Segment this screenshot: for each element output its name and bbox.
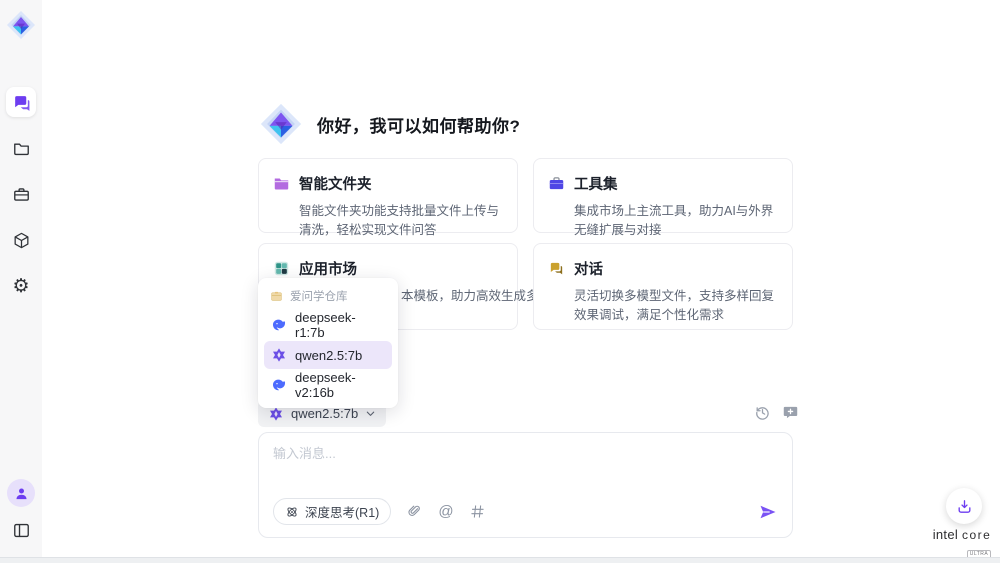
- model-option-label: deepseek-v2:16b: [295, 370, 385, 400]
- gear-icon: ⚙: [12, 277, 29, 296]
- composer-toolbar: 深度思考(R1) @: [273, 498, 778, 525]
- card-conversation[interactable]: 对话 灵活切换多模型文件，支持多样回复效果调试，满足个性化需求: [533, 243, 793, 330]
- model-option-label: qwen2.5:7b: [295, 348, 362, 363]
- deep-think-toggle[interactable]: 深度思考(R1): [273, 498, 391, 525]
- assistant-logo-icon: [258, 101, 304, 147]
- qwen-icon: [271, 347, 287, 363]
- toolset-icon: [548, 175, 565, 192]
- card-title: 对话: [574, 258, 603, 279]
- download-fab[interactable]: [946, 488, 982, 524]
- app-market-icon: [273, 260, 290, 277]
- composer: 深度思考(R1) @: [258, 432, 793, 538]
- app-window: ⚙ 你好，我可以如何帮助你?: [0, 0, 1000, 563]
- mention-button[interactable]: @: [438, 504, 453, 519]
- card-description: 灵活切换多模型文件，支持多样回复效果调试，满足个性化需求: [574, 287, 778, 326]
- user-avatar[interactable]: [7, 479, 35, 507]
- window-bottom-edge: [0, 557, 1000, 563]
- person-icon: [14, 486, 29, 501]
- model-option-label: deepseek-r1:7b: [295, 310, 385, 340]
- card-description: 智能文件夹功能支持批量文件上传与清洗，轻松实现文件问答: [299, 202, 503, 241]
- new-chat-button[interactable]: [781, 403, 799, 421]
- intel-core-logo: intel core ultra: [931, 527, 993, 560]
- card-title: 智能文件夹: [299, 173, 372, 194]
- deep-think-label: 深度思考(R1): [305, 502, 379, 521]
- greeting-title: 你好，我可以如何帮助你?: [317, 112, 520, 137]
- deepseek-icon: [271, 377, 287, 393]
- card-smart-folder[interactable]: 智能文件夹 智能文件夹功能支持批量文件上传与清洗，轻松实现文件问答: [258, 158, 518, 233]
- send-button[interactable]: [758, 502, 778, 522]
- sidebar-item-toolbox[interactable]: [6, 179, 36, 209]
- history-button[interactable]: [753, 403, 771, 421]
- history-icon: [754, 404, 771, 421]
- sidebar-item-settings[interactable]: ⚙: [6, 271, 36, 301]
- at-icon: @: [438, 504, 453, 519]
- greeting: 你好，我可以如何帮助你?: [258, 101, 520, 147]
- attach-file-button[interactable]: [407, 504, 422, 519]
- card-title: 应用市场: [299, 258, 357, 279]
- sidebar-item-folders[interactable]: [6, 133, 36, 163]
- briefcase-icon: [12, 185, 31, 204]
- send-icon: [758, 502, 778, 522]
- repository-label: 爱问学仓库: [290, 288, 348, 304]
- intel-wordmark: intel: [933, 527, 958, 542]
- deepseek-icon: [271, 317, 287, 333]
- chat-actions: [753, 403, 799, 421]
- model-option-qwen[interactable]: qwen2.5:7b: [264, 341, 392, 369]
- model-option-deepseek-r1[interactable]: deepseek-r1:7b: [264, 311, 392, 339]
- sidebar-item-models[interactable]: [6, 225, 36, 255]
- core-wordmark: core: [962, 528, 991, 542]
- atom-icon: [285, 505, 299, 519]
- model-option-deepseek-v2[interactable]: deepseek-v2:16b: [264, 371, 392, 399]
- folder-icon: [12, 139, 31, 158]
- card-description-fragment: 本模板，助力高效生成多: [401, 285, 539, 304]
- card-toolset[interactable]: 工具集 集成市场上主流工具，助力AI与外界无缝扩展与对接: [533, 158, 793, 233]
- prompt-library-button[interactable]: [470, 504, 485, 519]
- repository-icon: [270, 290, 283, 303]
- cube-icon: [12, 231, 31, 250]
- sidebar: ⚙: [0, 0, 42, 557]
- model-selector-label: qwen2.5:7b: [291, 406, 358, 421]
- model-dropdown-header: 爱问学仓库: [264, 285, 392, 311]
- collapse-panel-button[interactable]: [6, 515, 36, 545]
- app-logo-icon: [5, 9, 37, 41]
- card-description: 集成市场上主流工具，助力AI与外界无缝扩展与对接: [574, 202, 778, 241]
- download-icon: [956, 498, 973, 515]
- smart-folder-icon: [273, 175, 290, 192]
- model-dropdown: 爱问学仓库 deepseek-r1:7b qwen2.5:7b deepseek…: [258, 278, 398, 408]
- panel-icon: [12, 521, 31, 540]
- chat-icon: [12, 93, 31, 112]
- paperclip-icon: [407, 504, 422, 519]
- hash-grid-icon: [470, 504, 485, 519]
- chevron-down-icon: [365, 408, 376, 419]
- message-input[interactable]: [273, 443, 778, 491]
- new-chat-icon: [782, 404, 799, 421]
- sidebar-item-chat[interactable]: [6, 87, 36, 117]
- card-title: 工具集: [574, 173, 618, 194]
- conversation-icon: [548, 260, 565, 277]
